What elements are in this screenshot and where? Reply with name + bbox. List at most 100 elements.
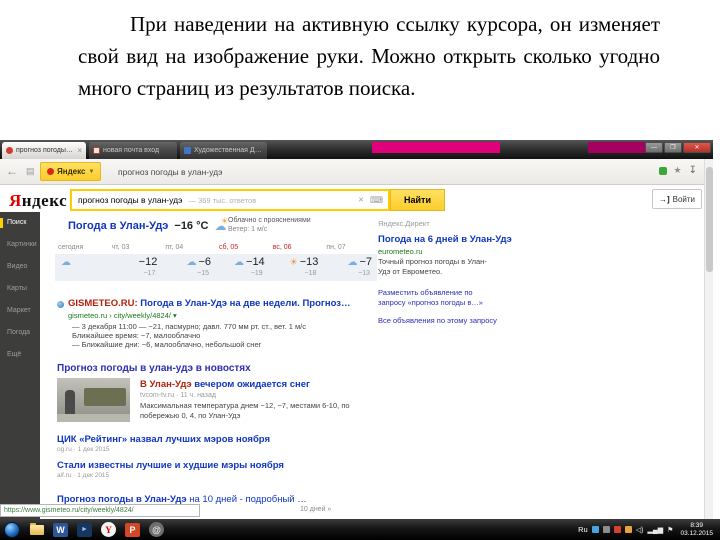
sidebar-item-more[interactable]: Ещё — [0, 344, 40, 366]
start-button[interactable] — [4, 521, 20, 538]
sidebar-item-images[interactable]: Картинки — [0, 234, 40, 256]
language-indicator[interactable]: Ru — [578, 525, 588, 534]
page-icon[interactable]: ▤ — [26, 166, 35, 177]
taskbar-icons: W ► Y P @ — [30, 522, 164, 537]
result-title-link[interactable]: GISMETEO.RU: Погода в Улан-Удэ на две не… — [68, 298, 351, 309]
login-icon: →] — [658, 194, 670, 204]
result-snippet: — 3 декабря 11:00 — −21, пасмурно; давл.… — [72, 322, 306, 331]
assistant-icon[interactable]: @ — [149, 522, 164, 537]
logo-rest: ндекс — [21, 191, 68, 210]
magenta-overlay — [588, 142, 648, 153]
weather-widget-header: Погода в Улан-Удэ −16 °C ☀ ☁ — [68, 216, 232, 233]
close-window-button[interactable]: ✕ — [683, 142, 711, 153]
search-icons: ✕ ⌨ — [358, 195, 388, 206]
tab-third[interactable]: Художественная Дорож… — [180, 142, 267, 159]
clear-icon[interactable]: ✕ — [358, 196, 364, 204]
system-tray: Ru ◁) ▂▄▆ ⚑ 8:39 03.12.2015 — [578, 522, 720, 538]
back-icon[interactable]: ← — [6, 164, 18, 178]
news-item-title-link[interactable]: В Улан-Удэ вечером ожидается снег — [140, 379, 310, 390]
news-section-link[interactable]: Прогноз погоды в улан-удэ в новостях — [57, 363, 251, 374]
result-title-rest: Погода в Улан-Удэ на две недели. Прогноз… — [137, 298, 351, 309]
chevron-down-icon: ▼ — [88, 168, 95, 175]
forecast-temp: −6 — [198, 256, 212, 268]
forecast-low: −13 — [358, 270, 371, 277]
download-icon[interactable]: ↧ — [689, 165, 697, 176]
clock-date: 03.12.2015 — [680, 529, 713, 537]
sidebar-item-video[interactable]: Видео — [0, 256, 40, 278]
tray-icon[interactable] — [591, 526, 599, 533]
tab-title: Художественная Дорож… — [194, 147, 263, 154]
tab-title: прогноз погоды в ул… — [16, 147, 74, 154]
forecast-day: сегодня — [58, 244, 84, 251]
all-ads-link[interactable]: Все объявления по этому запросу — [378, 316, 497, 325]
sidebar-label: Маркет — [7, 307, 31, 314]
ad-title-link[interactable]: Погода на 6 дней в Улан-Удэ — [378, 234, 512, 245]
scrollbar-thumb[interactable] — [706, 167, 713, 272]
news-thumbnail[interactable] — [57, 378, 130, 422]
speaker-icon[interactable]: ◁) — [636, 526, 644, 534]
wind-text: Ветер: 1 м/с — [228, 226, 268, 233]
ad-url: eurometeo.ru — [378, 247, 423, 256]
login-button[interactable]: →] Войти — [652, 189, 702, 209]
scrollbar[interactable] — [704, 159, 713, 519]
word-icon[interactable]: W — [53, 522, 68, 537]
tray-icon[interactable] — [613, 526, 621, 533]
forecast-col: сб, 05 ☁ −14 −19 — [216, 242, 270, 277]
tray-icon[interactable] — [624, 526, 632, 533]
minimize-button[interactable]: — — [645, 142, 663, 153]
tab-mail[interactable]: новая почта вход — [89, 142, 177, 159]
yandex-browser-icon[interactable]: Y — [101, 522, 116, 537]
search-engine-chip[interactable]: Яндекс ▼ — [40, 162, 102, 181]
forecast-day: чт, 03 — [111, 244, 130, 251]
tab-weather-search[interactable]: прогноз погоды в ул… × — [2, 142, 86, 159]
explorer-icon[interactable] — [30, 522, 44, 535]
place-ad-link[interactable]: Разместить объявление по запросу «прогно… — [378, 288, 500, 307]
media-player-icon[interactable]: ► — [77, 522, 92, 537]
news-source: tvcom-tv.ru · 11 ч. назад — [140, 392, 216, 399]
tab-title: новая почта вход — [103, 147, 160, 154]
sidebar-label: Картинки — [7, 241, 37, 248]
forecast-temp: −7 — [359, 256, 373, 268]
news-snippet: Максимальная температура днем −12, −7, м… — [140, 401, 350, 420]
network-icon[interactable]: ▂▄▆ — [647, 526, 663, 534]
result-url[interactable]: gismeteo.ru › city/weekly/4824/ ▾ — [68, 311, 177, 320]
sidebar-item-maps[interactable]: Карты — [0, 278, 40, 300]
news-link[interactable]: Стали известны лучшие и худшие мэры нояб… — [57, 460, 284, 471]
powerpoint-icon[interactable]: P — [125, 522, 140, 537]
forecast-day: сб, 05 — [219, 244, 239, 251]
weather-title-link[interactable]: Погода в Улан-Удэ — [68, 220, 168, 232]
close-icon[interactable]: × — [77, 146, 82, 155]
search-input[interactable]: прогноз погоды в улан-удэ — 369 тыс. отв… — [70, 189, 390, 211]
sidebar-label: Поиск — [7, 219, 27, 226]
bookmark-star-icon[interactable]: ★ — [674, 165, 682, 176]
maximize-button[interactable]: ❐ — [664, 142, 682, 153]
address-bar[interactable]: прогноз погоды в улан-удэ — [118, 167, 222, 177]
sidebar-item-market[interactable]: Маркет — [0, 300, 40, 322]
result-snippet: — Ближайшие дни: −6, малооблачно, неболь… — [72, 340, 262, 349]
active-marker — [0, 218, 3, 228]
keyboard-icon[interactable]: ⌨ — [370, 195, 383, 206]
more-days-label: 10 дней » — [300, 506, 332, 513]
clock[interactable]: 8:39 03.12.2015 — [677, 522, 716, 538]
sidebar-item-search[interactable]: Поиск — [0, 212, 40, 234]
sidebar-item-weather[interactable]: Погода — [0, 322, 40, 344]
search-button[interactable]: Найти — [390, 189, 445, 211]
sidebar-label: Ещё — [7, 351, 22, 358]
extension-icon[interactable] — [658, 166, 667, 175]
forecast-col-today: сегодня ☁ — [55, 242, 109, 277]
forecast-temp: −13 — [299, 256, 319, 268]
sidebar-label: Карты — [7, 285, 27, 292]
forecast-low: −19 — [250, 270, 263, 277]
search-hint: — 369 тыс. ответов — [188, 195, 257, 205]
slide-paragraph: При наведении на активную ссылку курсора… — [78, 12, 660, 100]
cloud-icon: ☁ — [347, 256, 358, 268]
forecast-strip: сегодня ☁ чт, 03 −12 −17 пт, 04 ☁ −6 −15 … — [55, 242, 377, 282]
ad-text: Точный прогноз погоды в Улан-Удэ от Евро… — [378, 257, 487, 276]
flag-icon[interactable]: ⚑ — [667, 526, 673, 534]
news-link[interactable]: ЦИК «Рейтинг» назвал лучших мэров ноября — [57, 434, 270, 445]
engine-label: Яндекс — [57, 167, 86, 176]
yandex-logo[interactable]: Яндекс — [9, 191, 67, 211]
tray-icon[interactable] — [602, 526, 610, 533]
cloud-icon: ☁ — [186, 256, 197, 268]
result-domain: GISMETEO.RU: — [68, 298, 138, 309]
